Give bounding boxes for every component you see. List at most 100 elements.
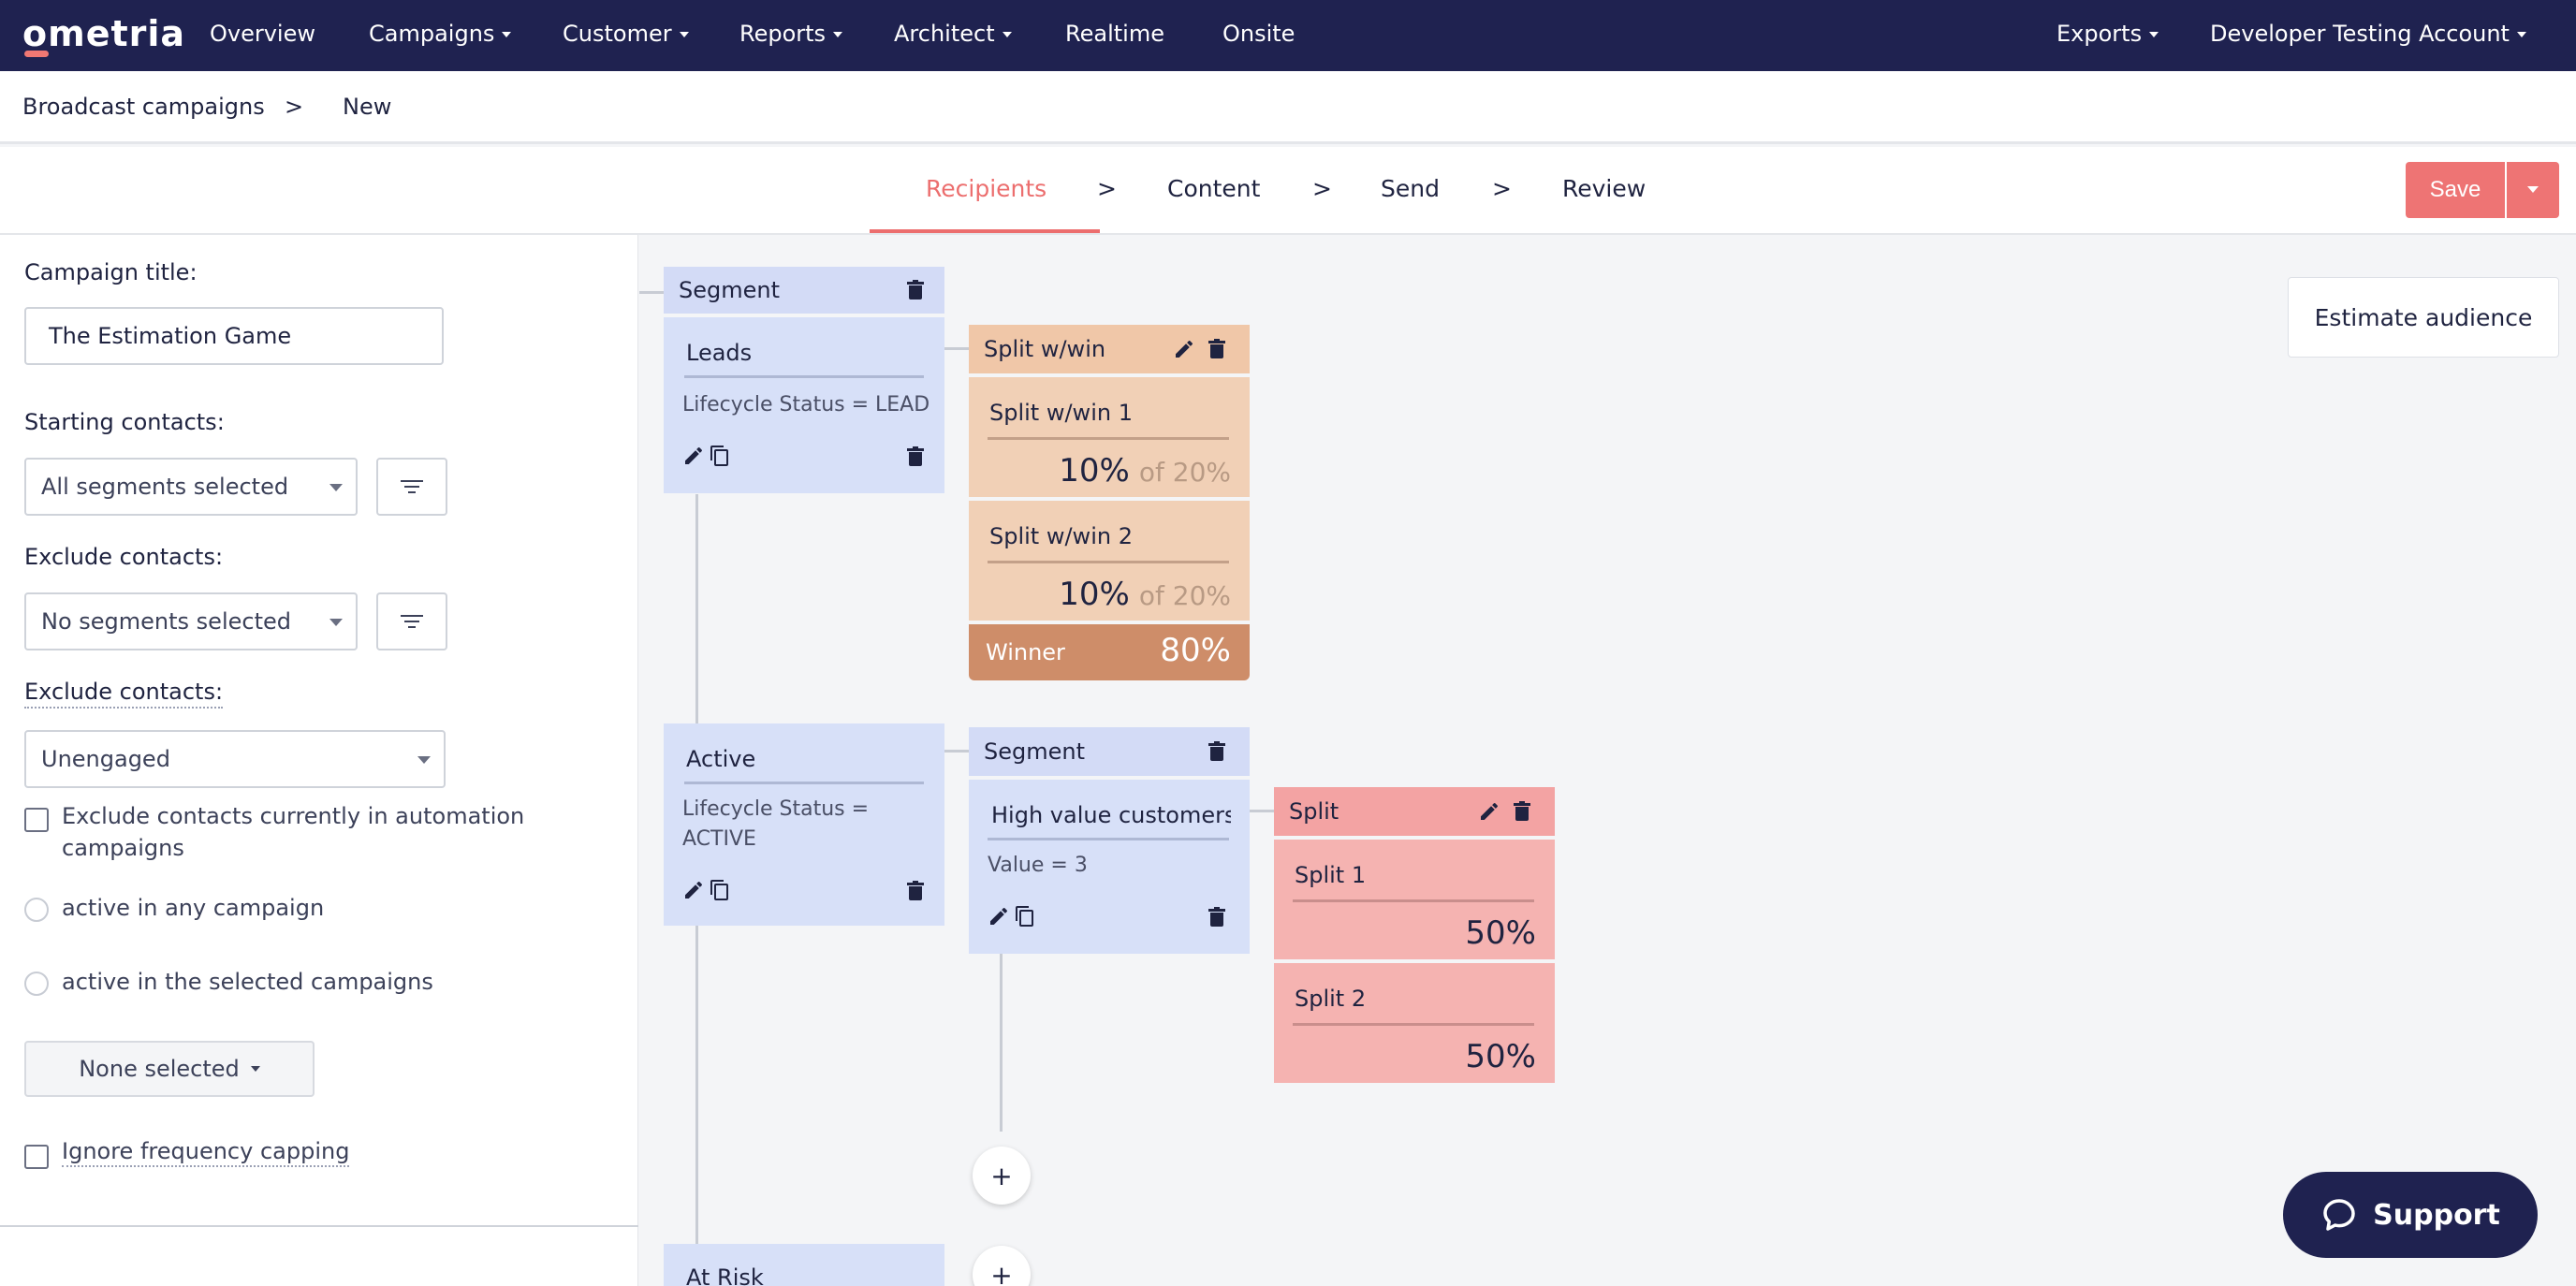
nav-customer-label: Customer [563, 21, 672, 47]
ignore-capping-checkbox[interactable] [24, 1145, 49, 1169]
split-win-title: Split w/win [984, 336, 1106, 362]
step-content[interactable]: Content [1167, 175, 1260, 202]
exclude-filter-button[interactable] [376, 592, 447, 650]
connector [1000, 954, 1003, 1132]
percentage-of: of 20% [1138, 580, 1231, 611]
split-win-branch-2-title: Split w/win 2 [989, 523, 1133, 549]
step-recipients[interactable]: Recipients [926, 175, 1046, 202]
panel-divider [0, 1225, 638, 1227]
save-options-dropdown[interactable] [2507, 162, 2559, 218]
copy-icon[interactable] [709, 879, 731, 901]
split-branch-1[interactable]: Split 1 50% [1274, 840, 1555, 959]
nav-account[interactable]: Developer Testing Account [2210, 21, 2526, 47]
nav-exports-label: Exports [2056, 21, 2143, 47]
exclude-automation-checkbox[interactable] [24, 808, 49, 832]
trash-icon[interactable] [1208, 339, 1225, 359]
engagement-select[interactable]: Unengaged [24, 730, 446, 788]
pencil-icon[interactable] [682, 879, 705, 901]
winner-branch[interactable]: Winner 80% [969, 624, 1250, 680]
split-win-branch-1-pct: 10% of 20% [1059, 452, 1231, 490]
nav-exports[interactable]: Exports [2056, 21, 2159, 47]
support-button[interactable]: Support [2283, 1172, 2538, 1258]
estimate-audience-button[interactable]: Estimate audience [2288, 277, 2559, 358]
nav-onsite[interactable]: Onsite [1222, 21, 1295, 47]
nav-architect[interactable]: Architect [894, 21, 1012, 47]
segment-title: Segment [679, 277, 780, 303]
trash-icon[interactable] [1514, 801, 1530, 822]
divider [988, 561, 1229, 563]
segment-leads[interactable]: Leads Lifecycle Status = LEAD [664, 317, 944, 493]
chevron-down-icon [250, 1066, 260, 1072]
segment-active[interactable]: Active Lifecycle Status = ACTIVE [664, 723, 944, 926]
split-win-branch-2[interactable]: Split w/win 2 10% of 20% [969, 501, 1250, 621]
split-branch-2[interactable]: Split 2 50% [1274, 963, 1555, 1083]
wizard-steps: Recipients > Content > Send > Review Sav… [0, 147, 2576, 235]
pencil-icon[interactable] [1173, 338, 1195, 360]
exclude-segments-select[interactable]: No segments selected [24, 592, 358, 650]
split-branch-1-title: Split 1 [1295, 862, 1367, 888]
trash-icon[interactable] [907, 881, 924, 901]
split-node-header[interactable]: Split [1274, 787, 1555, 836]
split-win-node-header[interactable]: Split w/win [969, 325, 1250, 373]
segment-at-risk[interactable]: At Risk [664, 1244, 944, 1286]
campaign-title-label: Campaign title: [24, 259, 198, 285]
divider [684, 375, 924, 378]
segment-leads-title: Leads [686, 340, 753, 366]
campaign-title-input[interactable]: The Estimation Game [24, 307, 444, 365]
breadcrumb: Broadcast campaigns > New [0, 71, 2576, 144]
radio-any-campaign[interactable] [24, 898, 49, 922]
divider [1293, 1023, 1534, 1026]
save-button[interactable]: Save [2406, 162, 2505, 218]
starting-filter-button[interactable] [376, 458, 447, 516]
radio-selected-campaigns-label: active in the selected campaigns [62, 969, 433, 995]
add-node-button[interactable]: + [973, 1147, 1031, 1205]
split-branch-1-pct: 50% [1465, 914, 1536, 952]
segment-node-header[interactable]: Segment [664, 267, 944, 314]
split-win-branch-2-pct: 10% of 20% [1059, 576, 1231, 613]
radio-selected-campaigns[interactable] [24, 972, 49, 996]
segment-high-value[interactable]: High value customers Value = 3 [969, 780, 1250, 954]
exclude-automation-label: Exclude contacts currently in automation… [62, 803, 525, 861]
breadcrumb-parent[interactable]: Broadcast campaigns [22, 94, 265, 120]
copy-icon[interactable] [1014, 905, 1036, 928]
segment-flow-canvas: Segment Leads Lifecycle Status = LEAD Sp… [639, 235, 2576, 1286]
ometria-logo[interactable]: ometria [22, 13, 185, 57]
copy-icon[interactable] [709, 445, 731, 467]
segment-title: Segment [984, 738, 1085, 765]
pencil-icon[interactable] [988, 905, 1010, 928]
nav-realtime[interactable]: Realtime [1065, 21, 1164, 47]
nav-reports-label: Reports [739, 21, 827, 47]
step-review[interactable]: Review [1562, 175, 1646, 202]
split-title: Split [1289, 798, 1339, 825]
breadcrumb-separator: > [285, 94, 304, 120]
pencil-icon[interactable] [1478, 800, 1500, 823]
trash-icon[interactable] [907, 446, 924, 467]
segment-active-title: Active [686, 746, 756, 772]
exclude-engagement-label: Exclude contacts: [24, 679, 224, 709]
ignore-capping-label: Ignore frequency capping [62, 1137, 350, 1167]
add-segment-button[interactable]: + [973, 1246, 1031, 1286]
exclude-contacts-label: Exclude contacts: [24, 544, 224, 570]
step-separator: > [1492, 175, 1512, 202]
trash-icon[interactable] [1208, 907, 1225, 928]
segment-node-header-2[interactable]: Segment [969, 727, 1250, 776]
trash-icon[interactable] [907, 280, 924, 300]
nav-customer[interactable]: Customer [563, 21, 689, 47]
step-send[interactable]: Send [1381, 175, 1440, 202]
starting-contacts-select[interactable]: All segments selected [24, 458, 358, 516]
nav-campaigns-label: Campaigns [369, 21, 495, 47]
percentage: 10% [1059, 452, 1130, 490]
connector [1250, 810, 1274, 812]
connector [639, 291, 664, 294]
pencil-icon[interactable] [682, 445, 705, 467]
percentage-of: of 20% [1138, 457, 1231, 488]
segment-high-value-rule: Value = 3 [988, 854, 1088, 877]
nav-reports[interactable]: Reports [739, 21, 842, 47]
trash-icon[interactable] [1208, 741, 1225, 762]
percentage: 10% [1059, 576, 1130, 613]
nav-campaigns[interactable]: Campaigns [369, 21, 511, 47]
starting-contacts-label: Starting contacts: [24, 409, 225, 435]
campaign-multiselect[interactable]: None selected [24, 1041, 315, 1097]
split-win-branch-1[interactable]: Split w/win 1 10% of 20% [969, 377, 1250, 497]
nav-overview[interactable]: Overview [210, 21, 315, 47]
